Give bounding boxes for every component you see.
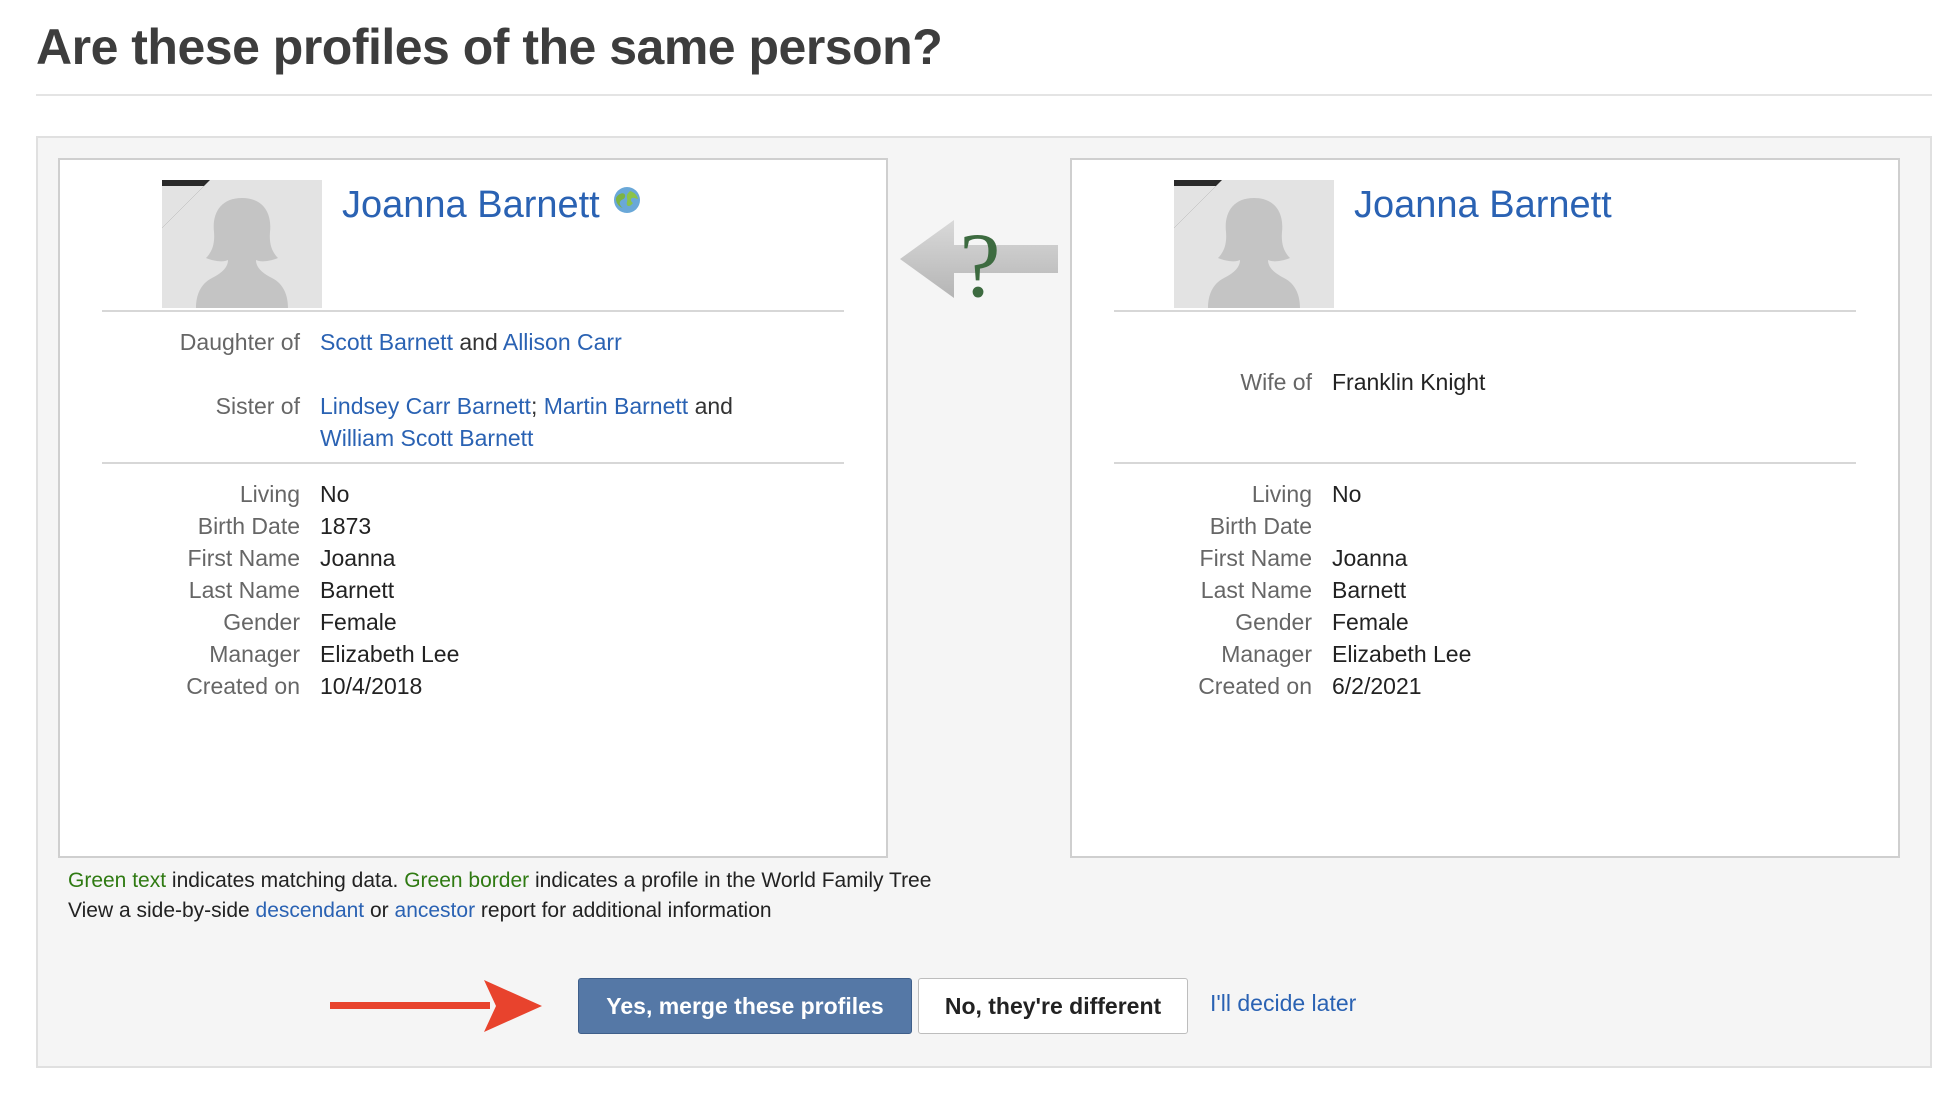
field-label: First Name: [187, 545, 300, 571]
question-mark: ?: [960, 214, 1001, 304]
left-profile-card: Joanna Barnett Daughter of Scott Barnett…: [58, 158, 888, 858]
right-profile-card: Joanna Barnett Wife of Franklin Knight L…: [1070, 158, 1900, 858]
legend: Green text indicates matching data. Gree…: [68, 866, 931, 926]
parent-link-scott-barnett[interactable]: Scott Barnett: [320, 329, 453, 355]
legend-text: indicates a profile in the World Family …: [534, 869, 932, 892]
field-value: No: [320, 481, 350, 507]
sister-of-label: Sister of: [215, 393, 300, 419]
field-label: Manager: [209, 641, 300, 667]
divider: [102, 310, 844, 312]
field-value: 6/2/2021: [1332, 673, 1422, 699]
field-label: Created on: [186, 673, 300, 699]
field-value: 10/4/2018: [320, 673, 423, 699]
divider: [1114, 462, 1856, 464]
legend-line-2: View a side-by-side descendant or ancest…: [68, 896, 931, 926]
divider: [102, 462, 844, 464]
and-text: and: [694, 393, 733, 419]
field-label: Birth Date: [197, 513, 300, 539]
field-value: Female: [1332, 609, 1409, 635]
field-value: Joanna: [320, 545, 396, 571]
field-label: Living: [1251, 481, 1312, 507]
field-label: First Name: [1199, 545, 1312, 571]
separator: ;: [530, 393, 538, 419]
decide-later-link[interactable]: I'll decide later: [1210, 990, 1356, 1017]
title-divider: [36, 94, 1932, 96]
field-label: Created on: [1198, 673, 1312, 699]
page-title: Are these profiles of the same person?: [36, 19, 943, 75]
sibling-link-william[interactable]: William Scott Barnett: [320, 425, 533, 451]
merge-profiles-button[interactable]: Yes, merge these profiles: [578, 978, 912, 1034]
manager-link[interactable]: Elizabeth Lee: [320, 638, 840, 670]
avatar-silhouette-icon: [1174, 180, 1334, 308]
compare-arrow-icon: ?: [896, 214, 1062, 316]
divider: [1114, 310, 1856, 312]
parent-link-allison-carr[interactable]: Allison Carr: [503, 329, 622, 355]
legend-text: report for additional information: [480, 899, 772, 922]
legend-text: indicates matching data.: [171, 869, 399, 892]
legend-green-text: Green text: [68, 869, 167, 892]
wife-of-label: Wife of: [1240, 369, 1312, 395]
field-value: Female: [320, 609, 397, 635]
field-label: Last Name: [1200, 577, 1312, 603]
field-value: Barnett: [1332, 577, 1407, 603]
field-label: Living: [239, 481, 300, 507]
legend-text: or: [369, 899, 389, 922]
sibling-link-martin[interactable]: Martin Barnett: [544, 393, 688, 419]
not-same-person-button[interactable]: No, they're different: [918, 978, 1188, 1034]
field-value: Joanna: [1332, 545, 1408, 571]
field-value: No: [1332, 481, 1362, 507]
descendant-report-link[interactable]: descendant: [256, 899, 365, 922]
ancestor-report-link[interactable]: ancestor: [395, 899, 476, 922]
and-text: and: [459, 329, 498, 355]
field-label: Gender: [1235, 609, 1312, 635]
manager-link[interactable]: Elizabeth Lee: [1332, 638, 1852, 670]
left-profile-name[interactable]: Joanna Barnett: [342, 184, 642, 227]
legend-green-border: Green border: [404, 869, 530, 892]
field-label: Gender: [223, 609, 300, 635]
sibling-link-lindsey[interactable]: Lindsey Carr Barnett: [320, 393, 531, 419]
avatar-silhouette-icon: [162, 180, 322, 308]
annotation-arrow-icon: [330, 976, 544, 1041]
field-label: Birth Date: [1209, 513, 1312, 539]
field-value: 1873: [320, 513, 372, 539]
legend-text: View a side-by-side: [68, 899, 250, 922]
daughter-of-label: Daughter of: [179, 329, 300, 355]
siblings-value: Lindsey Carr Barnett; Martin Barnett and…: [320, 390, 840, 454]
spouse-link-franklin-knight[interactable]: Franklin Knight: [1332, 366, 1852, 398]
right-profile-name[interactable]: Joanna Barnett: [1354, 184, 1612, 227]
field-label: Manager: [1221, 641, 1312, 667]
parents-value: Scott Barnett and Allison Carr: [320, 326, 840, 358]
globe-icon: [612, 182, 642, 225]
legend-line-1: Green text indicates matching data. Gree…: [68, 866, 931, 896]
field-label: Last Name: [188, 577, 300, 603]
field-value: Barnett: [320, 577, 395, 603]
